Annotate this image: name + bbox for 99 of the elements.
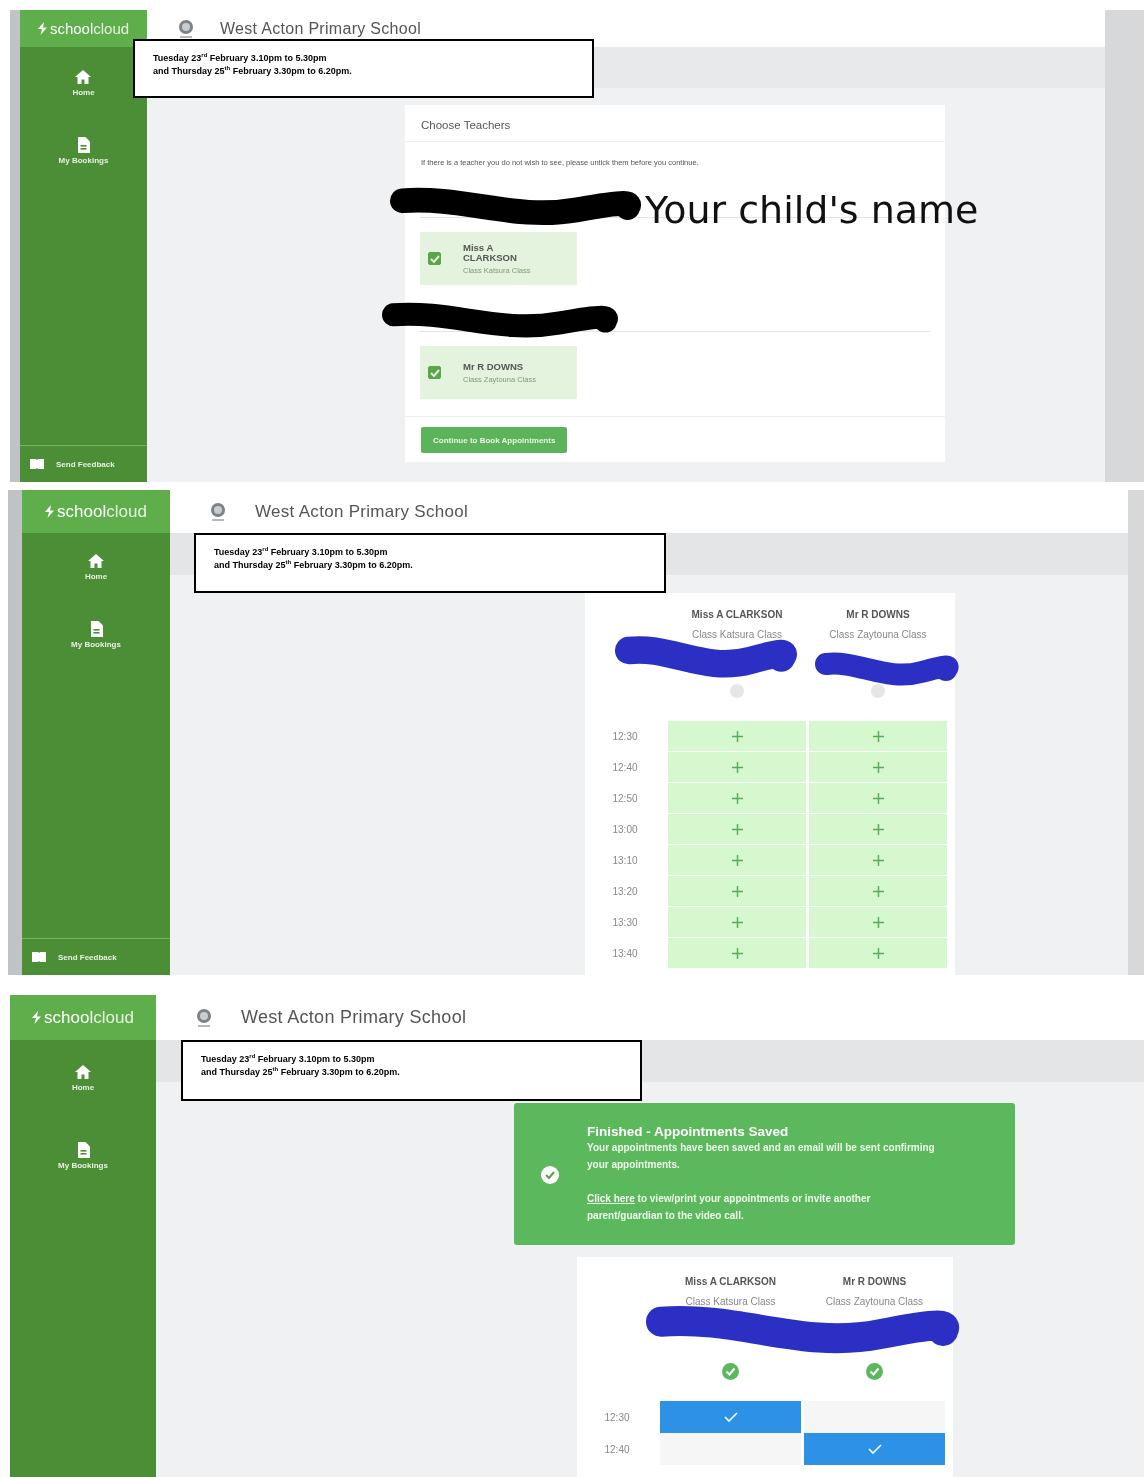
plus-icon [731,823,743,835]
available-slot[interactable] [668,907,806,937]
nav-item[interactable]: Home [71,1064,95,1092]
check-circle-icon [541,1166,559,1184]
available-slot[interactable] [668,938,806,968]
time-label: 13:10 [611,853,639,868]
available-slot[interactable] [809,721,947,751]
home-icon [87,553,105,569]
available-slot[interactable] [668,752,806,782]
time-label: 12:50 [611,791,639,806]
nav-item[interactable]: Home [84,553,108,581]
available-slot[interactable] [668,814,806,844]
document-icon [77,137,90,153]
plus-icon [872,854,884,866]
time-label: 13:30 [611,915,639,930]
plus-icon [731,730,743,742]
annotation-text: Your child's name [645,188,979,232]
time-label: 13:00 [611,822,639,837]
alert-title: Finished - Appointments Saved [587,1124,790,1139]
continue-button[interactable]: Continue to Book Appointments [421,427,568,453]
view-link[interactable]: Click here [587,1193,635,1204]
school-crest-icon [208,501,228,522]
available-slot[interactable] [809,938,947,968]
teacher-name: Miss A CLARKSON [685,1276,776,1287]
booked-slot[interactable] [660,1401,801,1433]
school-name: West Acton Primary School [241,1007,467,1028]
plus-icon [731,792,743,804]
time-label: 12:40 [603,1442,631,1457]
class-name: Class Zaytouna Class [828,628,928,642]
document-icon [76,1142,90,1158]
available-slot[interactable] [809,845,947,875]
plus-icon [731,916,743,928]
card-title: Choose Teachers [405,105,945,142]
school-crest-icon [176,18,196,39]
plus-icon [872,916,884,928]
plus-icon [872,730,884,742]
checkbox[interactable] [428,366,441,379]
bolt-icon [32,1011,42,1024]
empty-slot[interactable] [804,1401,945,1433]
teacher-name: Mr R DOWNS [842,1276,907,1287]
document-icon [89,621,103,637]
class-name: Class Katsura Class [684,1295,777,1309]
available-slot[interactable] [668,845,806,875]
nav-item[interactable]: Home [72,69,95,97]
plus-icon [731,761,743,773]
nav-item[interactable]: My Bookings [58,1142,108,1170]
logo-text: schoolcloud [44,1007,134,1028]
teacher-name: Mr R DOWNS [846,609,910,620]
feedback-link[interactable]: Send Feedback [30,459,115,469]
checkbox[interactable] [428,252,441,265]
school-name: West Acton Primary School [220,19,422,38]
bolt-icon [45,505,55,518]
available-slot[interactable] [809,783,947,813]
available-slot[interactable] [809,752,947,782]
available-slot[interactable] [809,814,947,844]
logo-text: schoolcloud [57,501,147,522]
teacher-name: Miss A CLARKSON [463,242,518,263]
available-slot[interactable] [668,721,806,751]
available-slot[interactable] [668,876,806,906]
nav-item[interactable]: My Bookings [71,621,121,649]
home-icon [74,1064,92,1080]
teacher-name: Miss A CLARKSON [691,609,783,620]
time-label: 12:30 [611,729,639,744]
book-icon [32,952,46,962]
nav-item[interactable]: My Bookings [58,137,109,165]
logo-text: schoolcloud [49,20,130,37]
plus-icon [872,792,884,804]
date-note: Tuesday 23$^{rd}$ February 3.10pm to 5.30pm and Thursday 25$^{th}$ February 3.30pm to 6.20pm. [214,546,414,572]
time-label: 13:40 [611,946,639,961]
feedback-link[interactable]: Send Feedback [32,952,117,962]
plus-icon [872,947,884,959]
school-name: West Acton Primary School [255,501,469,522]
check-icon [867,1444,882,1454]
date-note: Tuesday 23$^{rd}$ February 3.10pm to 5.30pm and Thursday 25$^{th}$ February 3.30pm to 6.20pm. [201,1053,401,1079]
plus-icon [731,854,743,866]
time-label: 12:40 [611,760,639,775]
time-label: 12:30 [603,1410,631,1425]
alert-message: Your appointments have been saved and an email will be sent confirming your appointments. [587,1141,936,1172]
available-slot[interactable] [809,907,947,937]
class-name: Class Zaytouna Class [824,1295,925,1309]
teacher-name: Mr R DOWNS [463,361,525,372]
available-slot[interactable] [809,876,947,906]
booked-slot[interactable] [804,1433,945,1465]
school-crest-icon [194,1007,214,1028]
home-icon [74,69,93,85]
empty-slot[interactable] [660,1433,801,1465]
class-name: Class Katsura Class [691,628,783,642]
bolt-icon [37,22,47,35]
check-icon [723,1412,738,1422]
plus-icon [731,947,743,959]
plus-icon [872,761,884,773]
available-slot[interactable] [668,783,806,813]
time-label: 13:20 [611,884,639,899]
date-note: Tuesday 23$^{rd}$ February 3.10pm to 5.30pm and Thursday 25$^{th}$ February 3.30pm to 6.20pm. [153,52,353,78]
plus-icon [872,823,884,835]
alert-link-text: Click here to view/print your appointments or invite another parent/guardian to the video call. [587,1192,872,1223]
plus-icon [872,885,884,897]
plus-icon [731,885,743,897]
book-icon [30,459,44,469]
